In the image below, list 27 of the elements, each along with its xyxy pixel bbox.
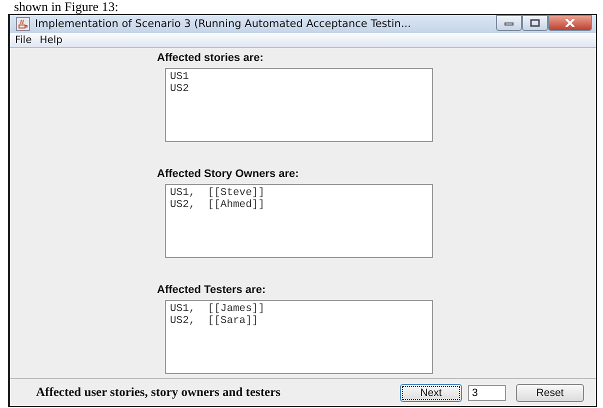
minimize-button[interactable] (496, 15, 522, 31)
text-line: US1, [[James]] (170, 303, 266, 315)
next-button[interactable]: Next (400, 384, 462, 402)
section-label: Affected Testers are: (157, 284, 267, 296)
status-text: Affected user stories, story owners and testers (36, 385, 282, 400)
text-line: US1 (170, 71, 190, 83)
text-area[interactable]: US1, [[Steve]] US2, [[Ahmed]] (165, 184, 433, 258)
number-field[interactable]: 3 (468, 384, 506, 400)
section-label: Affected stories are: (157, 52, 264, 64)
text-line: US2, [[Sara]] (170, 315, 260, 327)
menu-item[interactable]: Help (40, 34, 63, 46)
close-button[interactable] (548, 15, 592, 31)
maximize-button[interactable] (522, 15, 548, 31)
close-icon (565, 19, 575, 27)
section-label: Affected Story Owners are: (157, 168, 300, 180)
cup-icon (16, 17, 30, 31)
reset-button[interactable]: Reset (516, 384, 584, 402)
text-area[interactable]: US1 US2 (165, 68, 433, 142)
text-line: US2, [[Ahmed]] (170, 199, 266, 211)
minimize-icon (504, 20, 514, 26)
window-title: Implementation of Scenario 3 (Running Automated Acceptance Testin... (35, 18, 412, 30)
caption-text: shown in Figure 13: (13, 0, 120, 13)
text-area[interactable]: US1, [[James]] US2, [[Sara]] (165, 300, 433, 374)
text-line: US2 (170, 83, 190, 95)
menu-item[interactable]: File (15, 34, 32, 46)
maximize-icon (530, 19, 540, 27)
text-line: US1, [[Steve]] (170, 187, 266, 199)
